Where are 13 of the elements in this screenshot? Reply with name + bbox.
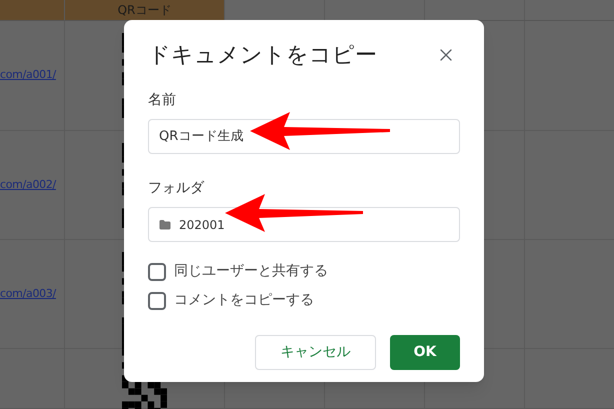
checkbox[interactable]	[148, 292, 166, 310]
folder-field[interactable]: 202001	[148, 207, 460, 242]
field-label: 名前	[148, 91, 177, 110]
ok-button[interactable]: OK	[390, 335, 460, 370]
folder-icon	[159, 218, 171, 230]
checkbox-label: コメントをコピーする	[174, 291, 314, 310]
column-header: QRコード	[118, 3, 172, 17]
checkbox[interactable]	[148, 262, 166, 280]
dialog-title: ドキュメントをコピー	[148, 42, 377, 70]
cancel-button[interactable]: キャンセル	[255, 335, 376, 370]
checkbox-label: 同じユーザーと共有する	[174, 262, 328, 281]
field-label: フォルダ	[148, 179, 206, 198]
input-field[interactable]: QRコード生成	[148, 119, 460, 154]
